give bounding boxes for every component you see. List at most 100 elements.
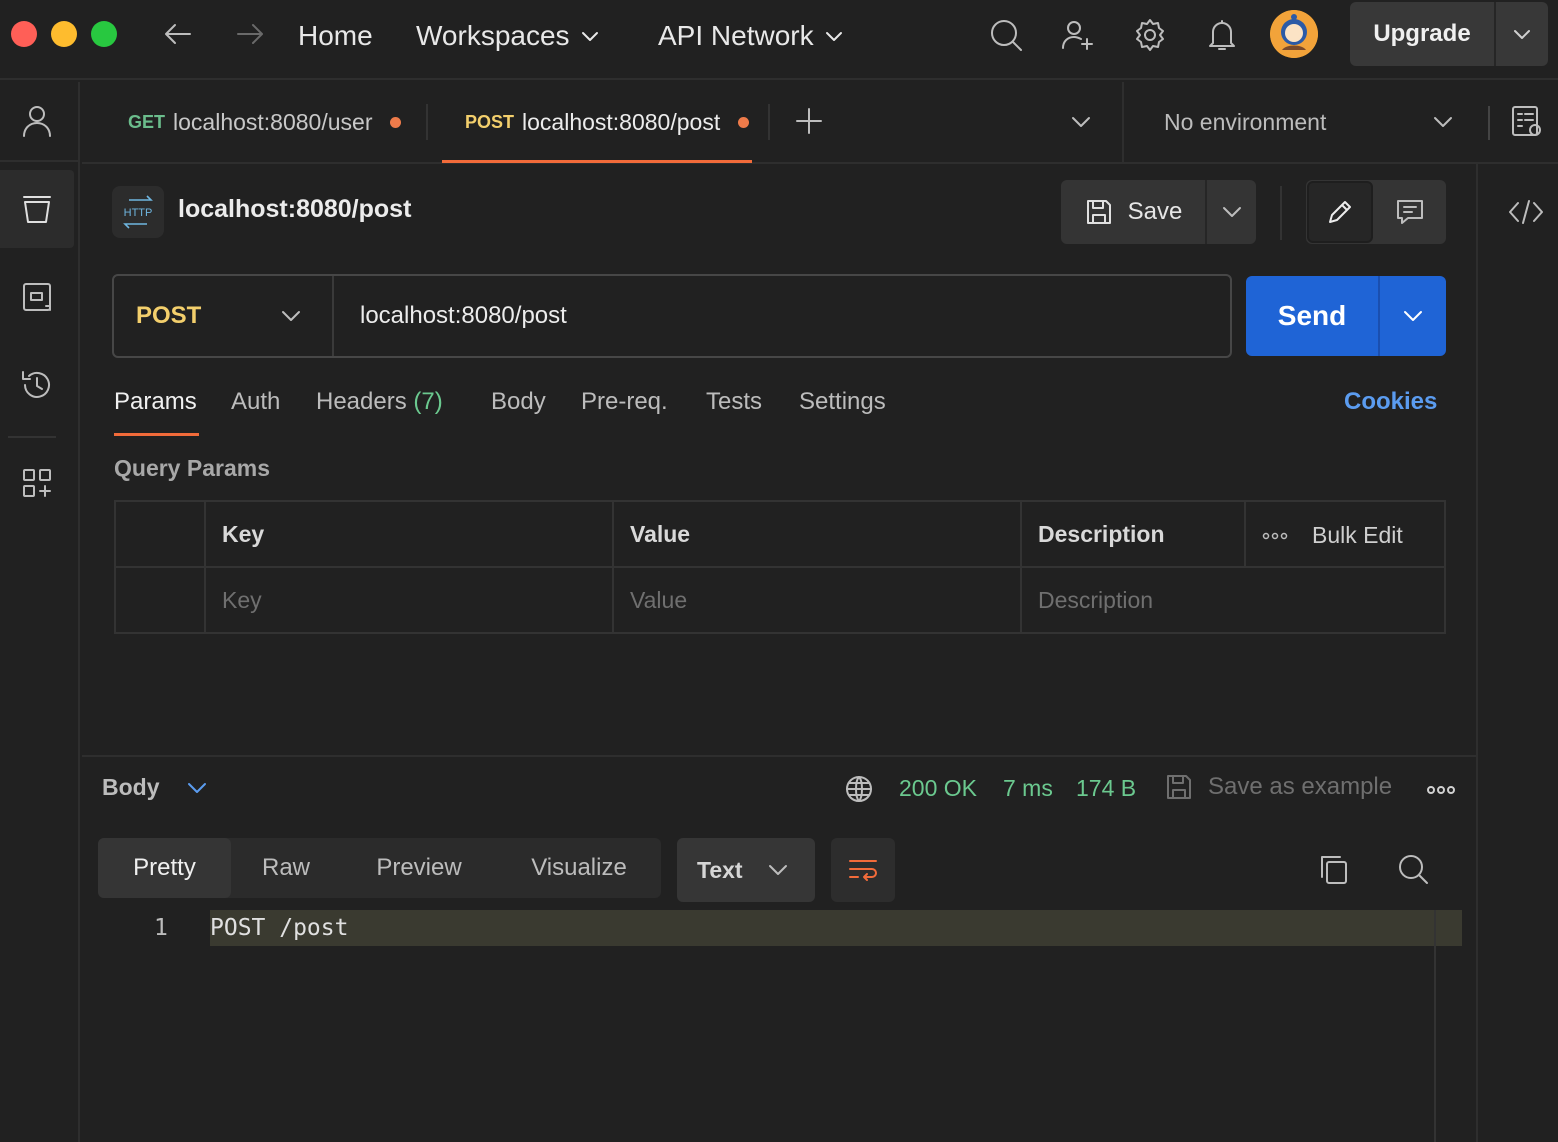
- title-bar: Home Workspaces API Network Upgrade: [0, 0, 1558, 80]
- bulk-edit-button[interactable]: Bulk Edit: [1312, 522, 1403, 549]
- bell-icon[interactable]: [1205, 17, 1239, 53]
- key-column-header: Key: [204, 500, 614, 568]
- close-window-button[interactable]: [11, 21, 37, 47]
- save-as-example-button[interactable]: Save as example: [1164, 772, 1392, 802]
- tab-params-label: Params: [114, 388, 197, 415]
- nav-api-network[interactable]: API Network: [658, 16, 844, 56]
- response-search-icon[interactable]: [1396, 852, 1430, 886]
- line-text: POST /post: [210, 915, 349, 941]
- cookies-link[interactable]: Cookies: [1344, 388, 1437, 422]
- description-input[interactable]: Description: [1020, 566, 1446, 634]
- forward-arrow-icon[interactable]: [234, 20, 266, 48]
- sidebar-team-icon[interactable]: [0, 82, 74, 160]
- format-select[interactable]: Text: [677, 838, 815, 902]
- request-title[interactable]: localhost:8080/post: [178, 195, 411, 224]
- chevron-down-icon: [825, 32, 842, 41]
- svg-text:HTTP: HTTP: [124, 207, 153, 219]
- environment-quick-look-icon[interactable]: [1510, 104, 1544, 140]
- response-size[interactable]: 174 B: [1076, 775, 1136, 802]
- environment-label: No environment: [1164, 108, 1327, 135]
- format-label: Text: [697, 856, 743, 883]
- chevron-down-icon: [769, 865, 787, 875]
- tab-prereq[interactable]: Pre-req.: [581, 388, 668, 422]
- minimize-window-button[interactable]: [51, 21, 77, 47]
- save-icon: [1167, 775, 1191, 799]
- method-label: POST: [136, 302, 202, 329]
- tab-settings-label: Settings: [799, 388, 886, 415]
- save-button[interactable]: Save: [1061, 180, 1207, 244]
- active-subtab-indicator: [114, 433, 199, 436]
- tab-settings[interactable]: Settings: [799, 388, 886, 422]
- tab-get-user[interactable]: GET localhost:8080/user: [128, 82, 402, 162]
- key-input[interactable]: Key: [204, 566, 614, 634]
- wrap-lines-icon[interactable]: [831, 838, 895, 902]
- comments-icon[interactable]: [1374, 180, 1446, 244]
- send-dropdown-chevron-icon[interactable]: [1380, 276, 1446, 356]
- query-params-table: Key Value Description Bulk Edit Key Valu…: [114, 500, 1446, 634]
- tab-body[interactable]: Body: [491, 388, 546, 422]
- save-icon: [1086, 200, 1111, 224]
- upgrade-button[interactable]: Upgrade: [1350, 2, 1496, 66]
- edit-pencil-icon[interactable]: [1307, 181, 1373, 243]
- url-input[interactable]: localhost:8080/post: [360, 276, 567, 356]
- tabs-overflow-chevron-icon[interactable]: [1070, 114, 1092, 130]
- sidebar-apps-icon[interactable]: [0, 444, 74, 522]
- save-dropdown-chevron-icon[interactable]: [1207, 180, 1256, 244]
- nav-home[interactable]: Home: [298, 16, 373, 56]
- request-tabs-bar: GET localhost:8080/user POST localhost:8…: [82, 82, 1558, 164]
- tab-post-post[interactable]: POST localhost:8080/post: [465, 82, 750, 162]
- tab-method: GET: [128, 111, 166, 132]
- tab-tests[interactable]: Tests: [706, 388, 762, 422]
- nav-home-label: Home: [298, 20, 373, 51]
- unsaved-indicator: [738, 116, 750, 128]
- response-more-options-icon[interactable]: [1426, 785, 1456, 795]
- query-params-heading: Query Params: [114, 455, 270, 481]
- chevron-down-icon: [187, 782, 206, 793]
- sidebar-history-icon[interactable]: [0, 346, 74, 424]
- send-button[interactable]: Send: [1246, 276, 1380, 356]
- row-checkbox-cell[interactable]: [114, 566, 206, 634]
- nav-workspaces-label: Workspaces: [416, 20, 570, 51]
- globe-icon[interactable]: [844, 774, 874, 804]
- tab-headers[interactable]: Headers (7): [316, 388, 443, 422]
- chevron-down-icon: [282, 311, 300, 321]
- value-input[interactable]: Value: [612, 566, 1022, 634]
- maximize-window-button[interactable]: [91, 21, 117, 47]
- nav-api-network-label: API Network: [658, 20, 814, 51]
- environment-selector[interactable]: No environment: [1164, 102, 1454, 142]
- view-pretty[interactable]: Pretty: [98, 838, 231, 898]
- upgrade-button-group: Upgrade: [1350, 2, 1548, 66]
- avatar[interactable]: [1270, 10, 1318, 58]
- view-preview[interactable]: Preview: [341, 838, 497, 898]
- gear-icon[interactable]: [1132, 17, 1168, 53]
- sidebar-collections-icon[interactable]: [0, 170, 74, 248]
- view-raw[interactable]: Raw: [231, 838, 341, 898]
- tab-params[interactable]: Params: [114, 388, 197, 422]
- response-body-dropdown[interactable]: Body: [102, 774, 208, 801]
- chevron-down-icon: [1434, 117, 1452, 127]
- table-row: Key Value Description: [114, 566, 1446, 634]
- search-icon[interactable]: [988, 17, 1024, 53]
- right-context-bar: [1476, 164, 1558, 1142]
- method-select[interactable]: POST: [114, 276, 334, 356]
- unsaved-indicator: [390, 116, 402, 128]
- response-view-switcher: Pretty Raw Preview Visualize: [98, 838, 661, 898]
- nav-workspaces[interactable]: Workspaces: [416, 16, 600, 56]
- sidebar-environments-icon[interactable]: [0, 258, 74, 336]
- more-options-icon[interactable]: [1262, 532, 1288, 540]
- pane-divider[interactable]: [82, 755, 1476, 757]
- left-sidebar: [0, 82, 80, 1142]
- new-tab-plus-icon[interactable]: [794, 106, 824, 136]
- save-label: Save: [1127, 198, 1183, 225]
- code-snippet-icon[interactable]: [1508, 198, 1544, 226]
- tab-auth[interactable]: Auth: [231, 388, 280, 422]
- tab-method: POST: [465, 111, 515, 132]
- view-visualize[interactable]: Visualize: [497, 838, 661, 898]
- back-arrow-icon[interactable]: [162, 20, 194, 48]
- upgrade-dropdown-chevron-icon[interactable]: [1496, 27, 1548, 41]
- response-status[interactable]: 200 OK: [899, 775, 977, 802]
- copy-icon[interactable]: [1318, 853, 1350, 887]
- response-time[interactable]: 7 ms: [1003, 775, 1053, 802]
- active-tab-indicator: [442, 160, 752, 163]
- invite-user-icon[interactable]: [1060, 17, 1096, 53]
